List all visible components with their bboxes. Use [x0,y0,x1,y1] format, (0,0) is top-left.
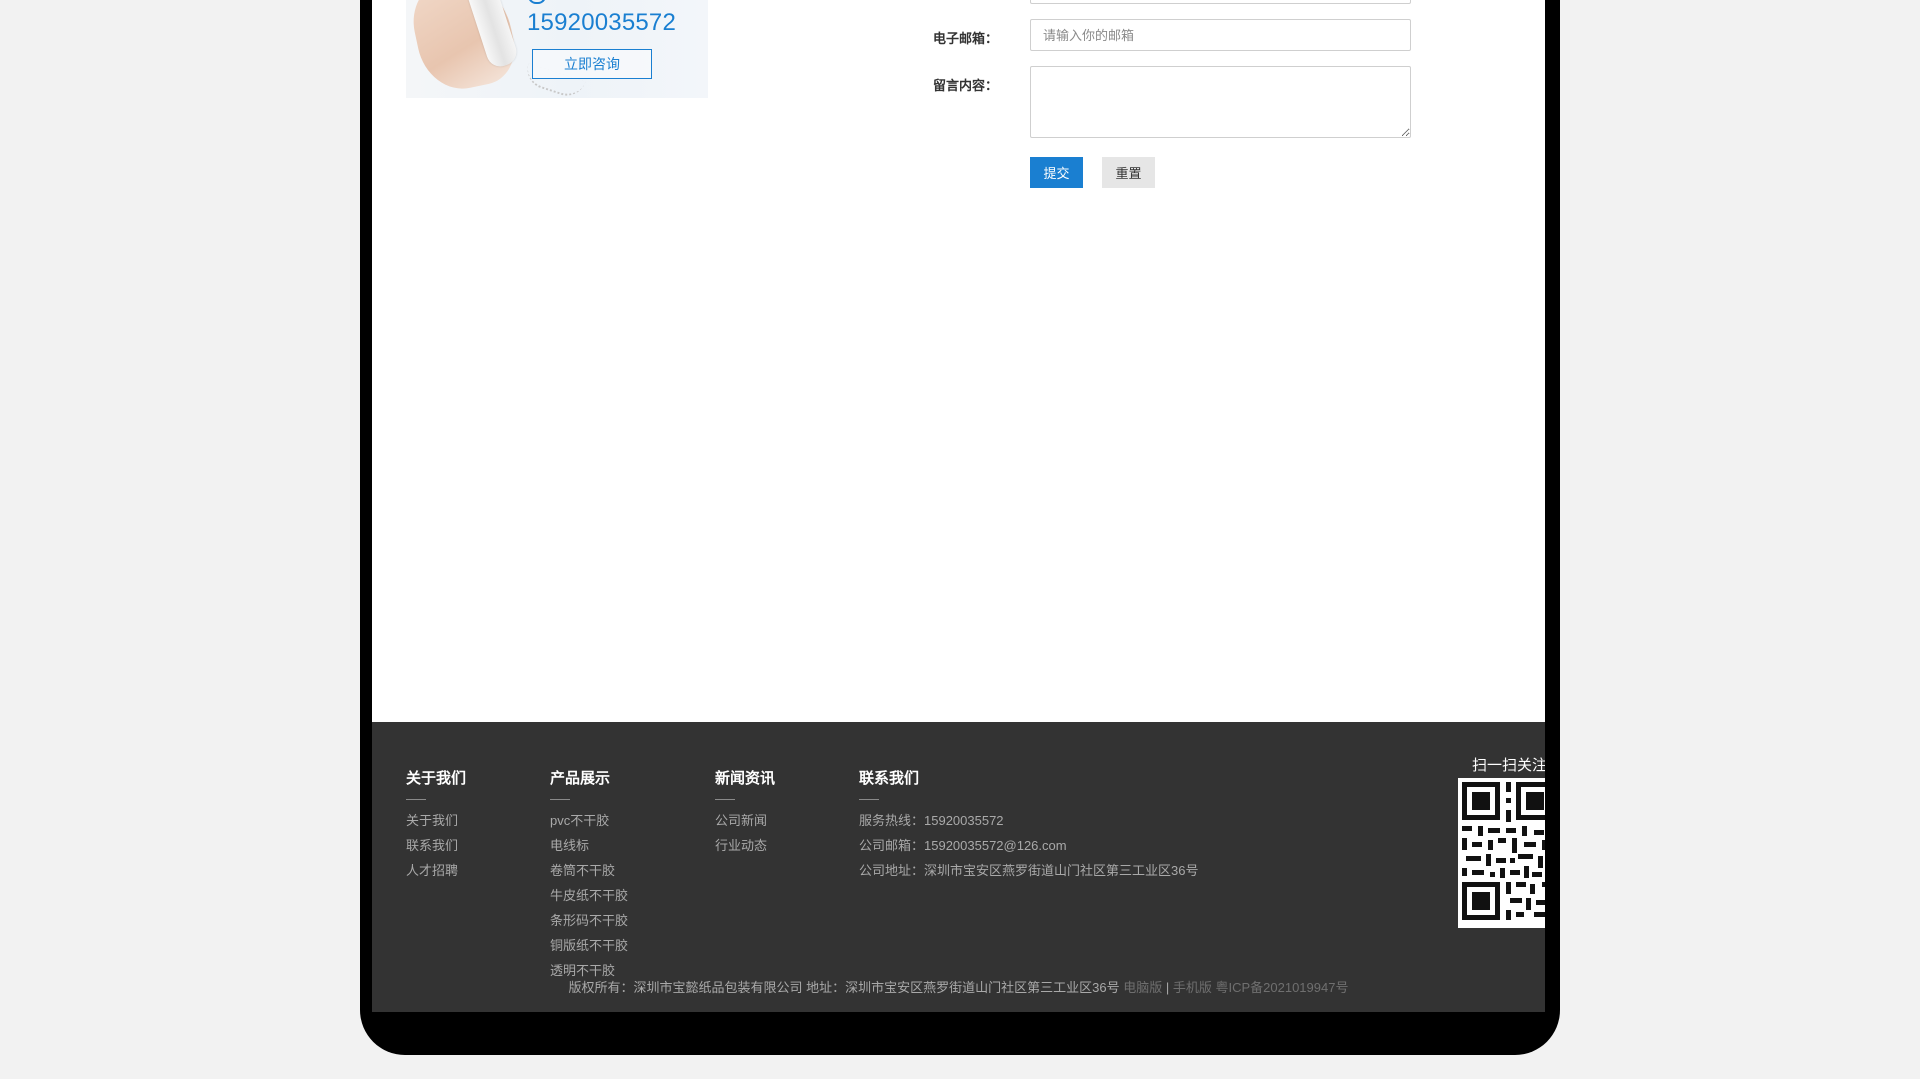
submit-button[interactable]: 提交 [1030,157,1083,188]
reset-button[interactable]: 重置 [1102,157,1155,188]
email-field[interactable] [1030,19,1411,51]
footer-col-products: 产品展示 pvc不干胶 电线标 卷筒不干胶 牛皮纸不干胶 条形码不干胶 铜版纸不… [550,767,628,1012]
footer-col-contact: 联系我们 服务热线：15920035572 公司邮箱：15920035572@1… [859,767,1198,887]
footer-link[interactable]: 电线标 [550,837,628,862]
qr-code-icon [1458,778,1545,928]
message-label: 留言内容： [932,78,998,93]
company-email: 公司邮箱：15920035572@126.com [859,838,1067,853]
footer-link[interactable]: 卷筒不干胶 [550,862,628,887]
footer-link[interactable]: pvc不干胶 [550,812,628,837]
message-textarea[interactable] [1030,66,1411,138]
footer-link[interactable]: 牛皮纸不干胶 [550,887,628,912]
footer-col-news: 新闻资讯 公司新闻 行业动态 [715,767,775,862]
footer-col-about: 关于我们 关于我们 联系我们 人才招聘 [406,767,466,887]
contact-banner: 15920035572 立即咨询 [406,0,708,98]
footer-link[interactable]: 公司新闻 [715,812,775,837]
qr-code-graphic [1458,778,1545,928]
version-separator: | [1162,980,1173,995]
footer-link[interactable]: 行业动态 [715,837,775,862]
phone-mark-icon [528,0,546,4]
email-label: 电子邮箱： [932,31,998,46]
service-hotline: 服务热线：15920035572 [859,813,1004,828]
mobile-version-link[interactable]: 手机版 [1173,980,1212,995]
footer-col-divider [550,799,570,800]
footer-link[interactable]: 人才招聘 [406,862,466,887]
footer-col-title: 新闻资讯 [715,770,776,787]
footer-link[interactable]: 关于我们 [406,812,466,837]
page-screen: 15920035572 立即咨询 电子邮箱： 留言内容： 提交 重置 关于我们 … [372,0,1545,1012]
footer-col-title: 关于我们 [406,770,467,787]
banner-phone-number: 15920035572 [527,9,677,36]
footer-col-title: 联系我们 [859,770,920,787]
icp-record-link[interactable]: 粤ICP备2021019947号 [1215,980,1348,995]
copyright-text: 版权所有：深圳市宝懿纸品包装有限公司 地址：深圳市宝安区燕罗街道山门社区第三工业… [568,980,1120,995]
footer-col-divider [715,799,735,800]
pc-version-link[interactable]: 电脑版 [1123,980,1162,995]
footer-link[interactable]: 联系我们 [406,837,466,862]
previous-field[interactable] [1030,0,1411,4]
qr-title: 扫一扫关注 [1472,757,1545,774]
footer-link[interactable]: 条形码不干胶 [550,912,628,937]
footer-col-divider [859,799,879,800]
footer-col-title: 产品展示 [550,770,611,787]
consult-now-button[interactable]: 立即咨询 [532,49,652,79]
site-footer: 关于我们 关于我们 联系我们 人才招聘 产品展示 pvc不干胶 电线标 卷筒不干… [372,722,1545,1012]
copyright-bar: 版权所有：深圳市宝懿纸品包装有限公司 地址：深圳市宝安区燕罗街道山门社区第三工业… [372,977,1545,996]
footer-link[interactable]: 铜版纸不干胶 [550,937,628,962]
company-address: 公司地址：深圳市宝安区燕罗街道山门社区第三工业区36号 [859,863,1199,878]
footer-col-divider [406,799,426,800]
